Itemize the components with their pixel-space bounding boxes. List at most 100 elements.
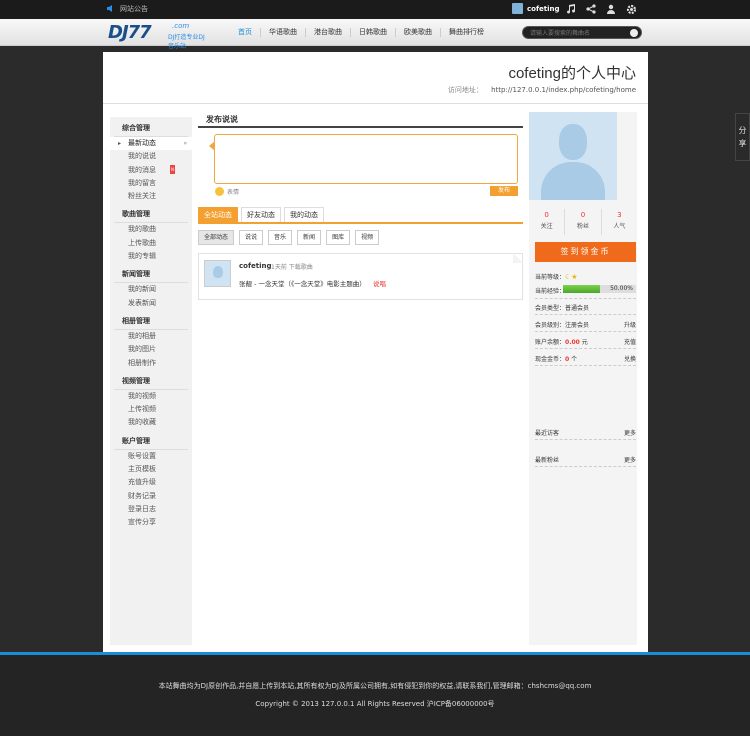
filter-gallery[interactable]: 图库 (326, 230, 351, 245)
sidebar-item-template[interactable]: 主页模板 (110, 463, 192, 476)
sidebar-item-album-make[interactable]: 相册制作 (110, 357, 192, 370)
emoji-label: 表情 (227, 189, 240, 196)
recent-fans-title: 最新粉丝 (535, 457, 560, 464)
coins-value: 0 (565, 356, 570, 363)
sidebar-item-login-log[interactable]: 登录日志 (110, 503, 192, 516)
filter-video[interactable]: 视频 (355, 230, 380, 245)
filter-news[interactable]: 新闻 (297, 230, 322, 245)
emoji-button[interactable]: 表情 (215, 187, 239, 196)
nav-home[interactable]: 首页 (230, 28, 260, 37)
sidebar-item-upload-song[interactable]: 上传歌曲 (110, 237, 192, 250)
user-icon[interactable] (605, 3, 617, 15)
sidebar-item-my-songs[interactable]: 我的歌曲 (110, 223, 192, 236)
coins-row: 现金金币：0 个 兑换 (535, 354, 636, 363)
upgrade-link[interactable]: 升级 (624, 320, 636, 329)
nav-chart[interactable]: 舞曲排行榜 (440, 28, 492, 37)
sign-in-button[interactable]: 签到领金币 (535, 242, 636, 262)
publish-button[interactable]: 发布 (490, 186, 518, 196)
search-box (522, 26, 642, 39)
search-input[interactable] (530, 28, 625, 38)
sidebar-item-finance[interactable]: 财务记录 (110, 490, 192, 503)
post-textarea[interactable] (216, 136, 516, 182)
stat-fans[interactable]: 0 粉丝 (565, 209, 602, 235)
sidebar-item-fans[interactable]: 粉丝关注 (110, 190, 192, 203)
feed-filters: 全部动态 说说 音乐 新闻 图库 视频 (198, 230, 380, 245)
exchange-link[interactable]: 兑换 (624, 354, 636, 363)
site-logo[interactable]: DJ77 .com DJ打造专业DJ音乐站 (108, 22, 208, 50)
feed-item: cofeting 1天前 下载歌曲 张靓 - 一念天堂（《一念天堂》电影主题曲）… (198, 253, 523, 300)
sidebar-section-title: 账户管理 (114, 430, 188, 450)
sidebar-item-albums[interactable]: 我的专辑 (110, 250, 192, 263)
gear-icon[interactable] (625, 3, 637, 15)
speaker-icon (107, 4, 115, 14)
sidebar-section-title: 综合管理 (114, 117, 188, 137)
nav-jpkr[interactable]: 日韩歌曲 (350, 28, 395, 37)
stat-follow[interactable]: 0 关注 (529, 209, 566, 235)
stat-number: 3 (617, 211, 622, 219)
main-navbar: DJ77 .com DJ打造专业DJ音乐站 首页 华语歌曲 港台歌曲 日韩歌曲 … (0, 19, 750, 50)
feed-username[interactable]: cofeting (239, 262, 272, 270)
user-menu[interactable]: cofeting (512, 3, 560, 14)
exp-progress-fill (563, 285, 600, 293)
sidebar-item-share[interactable]: 宣传分享 (110, 516, 192, 529)
balance-unit: 元 (581, 339, 588, 346)
share-sidebar-button[interactable]: 分享 (735, 113, 750, 161)
stat-label: 关注 (540, 223, 553, 230)
sidebar-item-comments[interactable]: 我的留言 (110, 177, 192, 190)
tab-all[interactable]: 全站动态 (198, 207, 238, 222)
sidebar-section-title: 歌曲管理 (114, 203, 188, 224)
divider (535, 348, 636, 349)
stat-popularity[interactable]: 3 人气 (602, 209, 637, 235)
smiley-icon (215, 187, 224, 196)
star-icon: ★ (571, 273, 578, 281)
sidebar-item-upload-video[interactable]: 上传视频 (110, 403, 192, 416)
logo-text: DJ77 (108, 22, 152, 43)
stat-number: 0 (580, 211, 586, 219)
fans-more-link[interactable]: 更多 (624, 455, 636, 464)
coins-unit: 个 (571, 356, 578, 363)
nav-chinese[interactable]: 华语歌曲 (260, 28, 305, 37)
visitors-more-link[interactable]: 更多 (624, 428, 636, 437)
balance-value: 0.00 (565, 339, 580, 346)
sidebar-item-recharge[interactable]: 充值升级 (110, 476, 192, 489)
tab-friends[interactable]: 好友动态 (241, 207, 281, 222)
nav-western[interactable]: 欧美歌曲 (395, 28, 440, 37)
sidebar-item-my-photos[interactable]: 我的图片 (110, 343, 192, 356)
member-level: 会员级别：注册会员 (535, 322, 590, 329)
feed-meta: 1天前 下载歌曲 (271, 264, 313, 271)
divider (535, 439, 636, 440)
sidebar-item-favorites[interactable]: 我的收藏 (110, 416, 192, 429)
music-icon[interactable] (565, 3, 577, 15)
sidebar-item-messages[interactable]: 我的消息 N (110, 164, 192, 177)
recharge-link[interactable]: 充值 (624, 337, 636, 346)
tab-mine[interactable]: 我的动态 (284, 207, 324, 222)
sidebar-item-publish-news[interactable]: 发表新闻 (110, 297, 192, 310)
avatar[interactable] (204, 260, 231, 287)
feed-content[interactable]: 张靓 - 一念天堂（《一念天堂》电影主题曲） (239, 278, 366, 288)
feed-tag[interactable]: 说唱 (373, 278, 386, 288)
recent-visitors: 最近访客 更多 (535, 428, 636, 437)
sidebar-item-my-news[interactable]: 我的新闻 (110, 283, 192, 296)
share-icon[interactable] (585, 3, 597, 15)
filter-all[interactable]: 全部动态 (198, 230, 235, 245)
filter-posts[interactable]: 说说 (239, 230, 264, 245)
filter-music[interactable]: 音乐 (268, 230, 293, 245)
sidebar-item-my-albums[interactable]: 我的相册 (110, 330, 192, 343)
sidebar-item-account[interactable]: 账号设置 (110, 450, 192, 463)
footer: 本站舞曲均为DJ原创作品,并自愿上传到本站,其所有权为DJ及所属公司拥有,如有侵… (0, 655, 750, 736)
site-notice[interactable]: 网站公告 (107, 4, 148, 14)
divider (535, 331, 636, 332)
footer-notice: 本站舞曲均为DJ原创作品,并自愿上传到本站,其所有权为DJ及所属公司拥有,如有侵… (158, 682, 592, 690)
divider (535, 314, 636, 315)
sidebar-item-my-videos[interactable]: 我的视频 (110, 390, 192, 403)
home-url-link[interactable]: http://127.0.0.1/index.php/cofeting/home (491, 86, 636, 94)
avatar[interactable] (529, 112, 617, 200)
nav-hktw[interactable]: 港台歌曲 (305, 28, 350, 37)
home-url-label: 访问地址： (447, 86, 483, 94)
balance-label: 账户余额： (535, 339, 566, 346)
member-type: 会员类型：普通会员 (535, 305, 590, 312)
sidebar-item-my-posts[interactable]: 我的说说 (110, 150, 192, 163)
sidebar-item-latest[interactable]: 最新动态 (110, 137, 192, 151)
search-button[interactable] (630, 29, 638, 37)
level-label: 当前等级： (535, 274, 566, 281)
